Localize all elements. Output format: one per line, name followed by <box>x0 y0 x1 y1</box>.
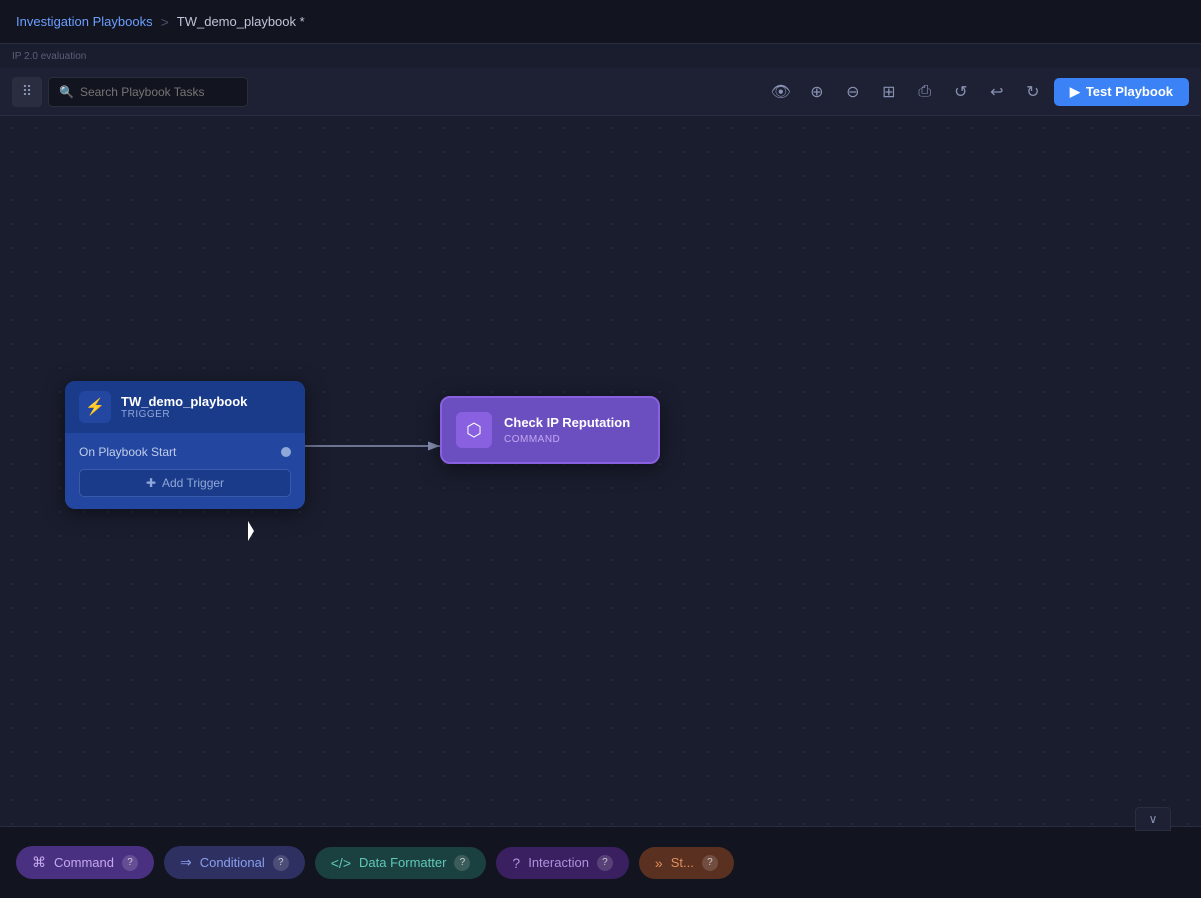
add-trigger-label: Add Trigger <box>162 476 224 490</box>
fit-view-button[interactable]: ⊞ <box>874 77 904 107</box>
conditional-panel-label: Conditional <box>200 855 265 870</box>
redo-button[interactable]: ↻ <box>1018 77 1048 107</box>
trigger-node-subtitle: TRIGGER <box>121 409 247 420</box>
search-icon: 🔍 <box>59 85 74 99</box>
command-node-title: Check IP Reputation <box>504 415 630 432</box>
command-node-texts: Check IP Reputation COMMAND <box>504 415 630 445</box>
add-trigger-button[interactable]: ✚ Add Trigger <box>79 469 291 497</box>
interaction-panel-icon: ? <box>512 855 520 871</box>
bottom-panel: ∨ ⌘ Command ? ⇒ Conditional ? </> Data F… <box>0 826 1201 898</box>
interaction-panel-label: Interaction <box>528 855 589 870</box>
grid-menu-button[interactable]: ⠿ <box>12 77 42 107</box>
refresh-button[interactable]: ↺ <box>946 77 976 107</box>
trigger-icon: ⚡ <box>79 391 111 423</box>
command-help-icon[interactable]: ? <box>122 855 138 871</box>
search-input[interactable] <box>80 85 237 99</box>
panel-item-command[interactable]: ⌘ Command ? <box>16 846 154 879</box>
trigger-node-title: TW_demo_playbook <box>121 394 247 409</box>
panel-item-conditional[interactable]: ⇒ Conditional ? <box>164 846 305 879</box>
command-node-inner: ⬡ Check IP Reputation COMMAND <box>442 398 658 462</box>
dataformatter-panel-icon: </> <box>331 855 351 871</box>
panel-item-step[interactable]: » St... ? <box>639 847 734 879</box>
sub-breadcrumb-text: IP 2.0 evaluation <box>12 51 86 62</box>
command-panel-label: Command <box>54 855 114 870</box>
dataformatter-help-icon[interactable]: ? <box>454 855 470 871</box>
trigger-output-dot[interactable] <box>281 447 291 457</box>
command-panel-icon: ⌘ <box>32 854 46 871</box>
breadcrumb-parent[interactable]: Investigation Playbooks <box>16 14 153 29</box>
trigger-node-header: ⚡ TW_demo_playbook TRIGGER <box>65 381 305 433</box>
toolbar: ⠿ 🔍 👁 ⊕ ⊖ ⊞ ⎙ ↺ ↩ ↻ ▶ Test Playbook <box>0 68 1201 116</box>
sub-breadcrumb-bar: IP 2.0 evaluation <box>0 44 1201 68</box>
test-playbook-button[interactable]: ▶ Test Playbook <box>1054 78 1189 106</box>
trigger-node-title-group: TW_demo_playbook TRIGGER <box>121 394 247 420</box>
cursor-indicator <box>248 521 260 541</box>
command-node[interactable]: ⬡ Check IP Reputation COMMAND <box>440 396 660 464</box>
trigger-on-playbook-start-label: On Playbook Start <box>79 445 176 459</box>
step-panel-label: St... <box>671 855 694 870</box>
trigger-node-body: On Playbook Start ✚ Add Trigger <box>65 433 305 509</box>
plus-icon: ✚ <box>146 476 156 490</box>
dataformatter-panel-label: Data Formatter <box>359 855 446 870</box>
zoom-in-button[interactable]: ⊕ <box>802 77 832 107</box>
play-icon: ▶ <box>1070 84 1080 100</box>
interaction-help-icon[interactable]: ? <box>597 855 613 871</box>
test-playbook-label: Test Playbook <box>1086 84 1173 99</box>
step-panel-icon: » <box>655 855 663 871</box>
playbook-canvas[interactable]: ⚡ TW_demo_playbook TRIGGER On Playbook S… <box>0 116 1201 826</box>
top-navigation: Investigation Playbooks > TW_demo_playbo… <box>0 0 1201 44</box>
conditional-panel-icon: ⇒ <box>180 854 192 871</box>
command-node-icon: ⬡ <box>456 412 492 448</box>
conditional-help-icon[interactable]: ? <box>273 855 289 871</box>
breadcrumb-separator: > <box>161 14 169 30</box>
step-help-icon[interactable]: ? <box>702 855 718 871</box>
visibility-toggle-button[interactable]: 👁 <box>766 77 796 107</box>
search-box[interactable]: 🔍 <box>48 77 248 107</box>
zoom-out-button[interactable]: ⊖ <box>838 77 868 107</box>
trigger-row: On Playbook Start <box>79 445 291 459</box>
panel-item-dataformatter[interactable]: </> Data Formatter ? <box>315 847 487 879</box>
undo-button[interactable]: ↩ <box>982 77 1012 107</box>
trigger-node[interactable]: ⚡ TW_demo_playbook TRIGGER On Playbook S… <box>65 381 305 509</box>
breadcrumb-current: TW_demo_playbook * <box>177 14 305 29</box>
chevron-down-icon: ∨ <box>1149 812 1158 826</box>
panel-item-interaction[interactable]: ? Interaction ? <box>496 847 629 879</box>
print-button[interactable]: ⎙ <box>910 77 940 107</box>
panel-toggle-button[interactable]: ∨ <box>1135 807 1171 831</box>
command-node-subtitle: COMMAND <box>504 434 630 445</box>
